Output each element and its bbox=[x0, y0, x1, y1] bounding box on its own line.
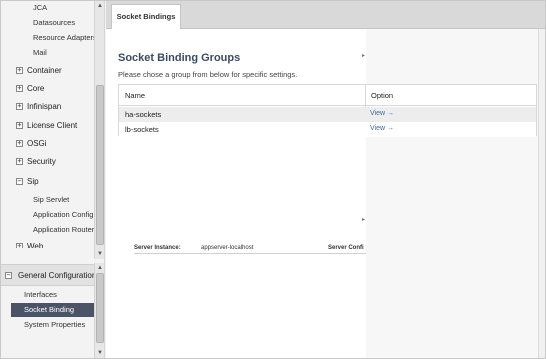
nav-item-label: Socket Binding bbox=[24, 305, 75, 314]
resize-handle-icon: ▸ bbox=[362, 217, 366, 223]
tree-item-core[interactable]: + Core bbox=[1, 82, 94, 96]
tree-item-resource-adapters[interactable]: Resource Adapters bbox=[1, 31, 94, 45]
tree-item-web[interactable]: + Web bbox=[1, 240, 94, 248]
tree-item-mail[interactable]: Mail bbox=[1, 46, 94, 60]
page-title: Socket Binding Groups bbox=[118, 52, 241, 64]
view-link[interactable]: View → bbox=[370, 125, 394, 132]
tree-item-label: Container bbox=[27, 66, 62, 75]
tree-item-license-client[interactable]: + License Client bbox=[1, 119, 94, 133]
tree-item-label: License Client bbox=[27, 121, 78, 130]
expand-icon[interactable]: + bbox=[16, 158, 23, 165]
tree-item-label: Security bbox=[27, 157, 56, 166]
expand-icon[interactable]: + bbox=[16, 122, 23, 129]
tree-item-datasources[interactable]: Datasources bbox=[1, 16, 94, 30]
window-edge bbox=[538, 29, 545, 358]
tab-socket-bindings[interactable]: Socket Bindings bbox=[111, 4, 181, 29]
nav-item-system-properties[interactable]: System Properties bbox=[11, 318, 95, 332]
scrollbar-thumb[interactable] bbox=[96, 85, 104, 245]
nav-item-label: System Properties bbox=[24, 320, 86, 329]
tree-item-jca[interactable]: JCA bbox=[1, 1, 94, 15]
tab-bar: Socket Bindings bbox=[106, 1, 545, 29]
collapse-icon[interactable]: − bbox=[16, 178, 23, 185]
tree-scrollbar[interactable]: ▲ ▼ bbox=[94, 1, 104, 259]
app-window: JCA Datasources Resource Adapters Mail +… bbox=[0, 0, 546, 359]
group-name-cell: lb-sockets bbox=[125, 125, 159, 134]
table-row[interactable]: ha-sockets View → bbox=[119, 107, 536, 122]
tree-item-security[interactable]: + Security bbox=[1, 155, 94, 169]
table-header: Name Option bbox=[119, 85, 536, 106]
tree-item-label: Datasources bbox=[33, 18, 76, 27]
expand-icon[interactable]: + bbox=[16, 67, 23, 74]
tree-item-label: Infinispan bbox=[27, 102, 62, 111]
tab-label: Socket Bindings bbox=[116, 12, 176, 21]
server-instance-label: Server Instance: bbox=[134, 245, 181, 251]
nav-item-socket-binding[interactable]: Socket Binding bbox=[11, 303, 95, 317]
tree-item-label: Application Config bbox=[33, 210, 94, 219]
scroll-down-arrow-icon[interactable]: ▼ bbox=[96, 349, 104, 357]
tree-item-label: Application Router bbox=[33, 225, 94, 234]
general-configuration-header[interactable]: − General Configuration bbox=[1, 264, 97, 286]
nav-item-interfaces[interactable]: Interfaces bbox=[11, 288, 95, 302]
tree-item-label: JCA bbox=[33, 3, 48, 12]
navigation-sidebar: JCA Datasources Resource Adapters Mail +… bbox=[1, 1, 105, 358]
tree-item-infinispan[interactable]: + Infinispan bbox=[1, 100, 94, 114]
tree-item-application-config[interactable]: Application Config bbox=[1, 208, 94, 222]
group-name-cell: ha-sockets bbox=[125, 110, 162, 119]
expand-icon[interactable]: + bbox=[16, 140, 23, 147]
scrollbar-thumb[interactable] bbox=[96, 273, 104, 343]
view-link[interactable]: View → bbox=[370, 110, 394, 117]
tree-item-osgi[interactable]: + OSGi bbox=[1, 137, 94, 151]
socket-binding-groups-table: Name Option ha-sockets View → lb-sockets… bbox=[118, 84, 537, 137]
tree-item-label: Mail bbox=[33, 48, 47, 57]
general-configuration-section: − General Configuration Interfaces Socke… bbox=[1, 263, 105, 358]
tree-item-container[interactable]: + Container bbox=[1, 64, 94, 78]
scroll-down-arrow-icon[interactable]: ▼ bbox=[96, 250, 104, 258]
expand-icon[interactable]: + bbox=[16, 103, 23, 110]
section-header-label: General Configuration bbox=[18, 271, 97, 280]
server-instance-value[interactable]: appserver-localhost bbox=[201, 245, 253, 251]
tree-item-sip-servlet[interactable]: Sip Servlet bbox=[1, 193, 94, 207]
divider bbox=[134, 253, 366, 254]
expand-icon[interactable]: + bbox=[16, 243, 23, 248]
section-scrollbar[interactable]: ▲ ▼ bbox=[94, 263, 104, 358]
column-header-option[interactable]: Option bbox=[371, 91, 393, 100]
navigation-tree: JCA Datasources Resource Adapters Mail +… bbox=[1, 1, 94, 259]
expand-icon[interactable]: + bbox=[16, 85, 23, 92]
tree-item-label: OSGi bbox=[27, 139, 47, 148]
tree-item-label: Sip Servlet bbox=[33, 195, 70, 204]
scroll-up-arrow-icon[interactable]: ▲ bbox=[96, 2, 104, 10]
tree-item-label: Core bbox=[27, 84, 45, 93]
tree-item-label: Web bbox=[27, 242, 44, 248]
scroll-up-arrow-icon[interactable]: ▲ bbox=[96, 264, 104, 272]
tree-item-sip[interactable]: − Sip bbox=[1, 175, 94, 189]
server-config-label: Server Confi bbox=[328, 245, 364, 251]
page-description: Please chose a group from below for spec… bbox=[118, 70, 298, 79]
resize-handle-icon: ▸ bbox=[362, 53, 366, 59]
tree-item-label: Sip bbox=[27, 177, 39, 186]
content-overlay bbox=[366, 29, 538, 358]
nav-item-label: Interfaces bbox=[24, 290, 57, 299]
table-row[interactable]: lb-sockets View → bbox=[119, 122, 536, 137]
column-header-name[interactable]: Name bbox=[125, 91, 145, 100]
tree-item-application-router[interactable]: Application Router bbox=[1, 223, 94, 237]
tree-item-label: Resource Adapters bbox=[33, 33, 94, 42]
collapse-icon[interactable]: − bbox=[5, 272, 12, 279]
main-content: Socket Binding Groups ▸ Please chose a g… bbox=[106, 29, 538, 358]
